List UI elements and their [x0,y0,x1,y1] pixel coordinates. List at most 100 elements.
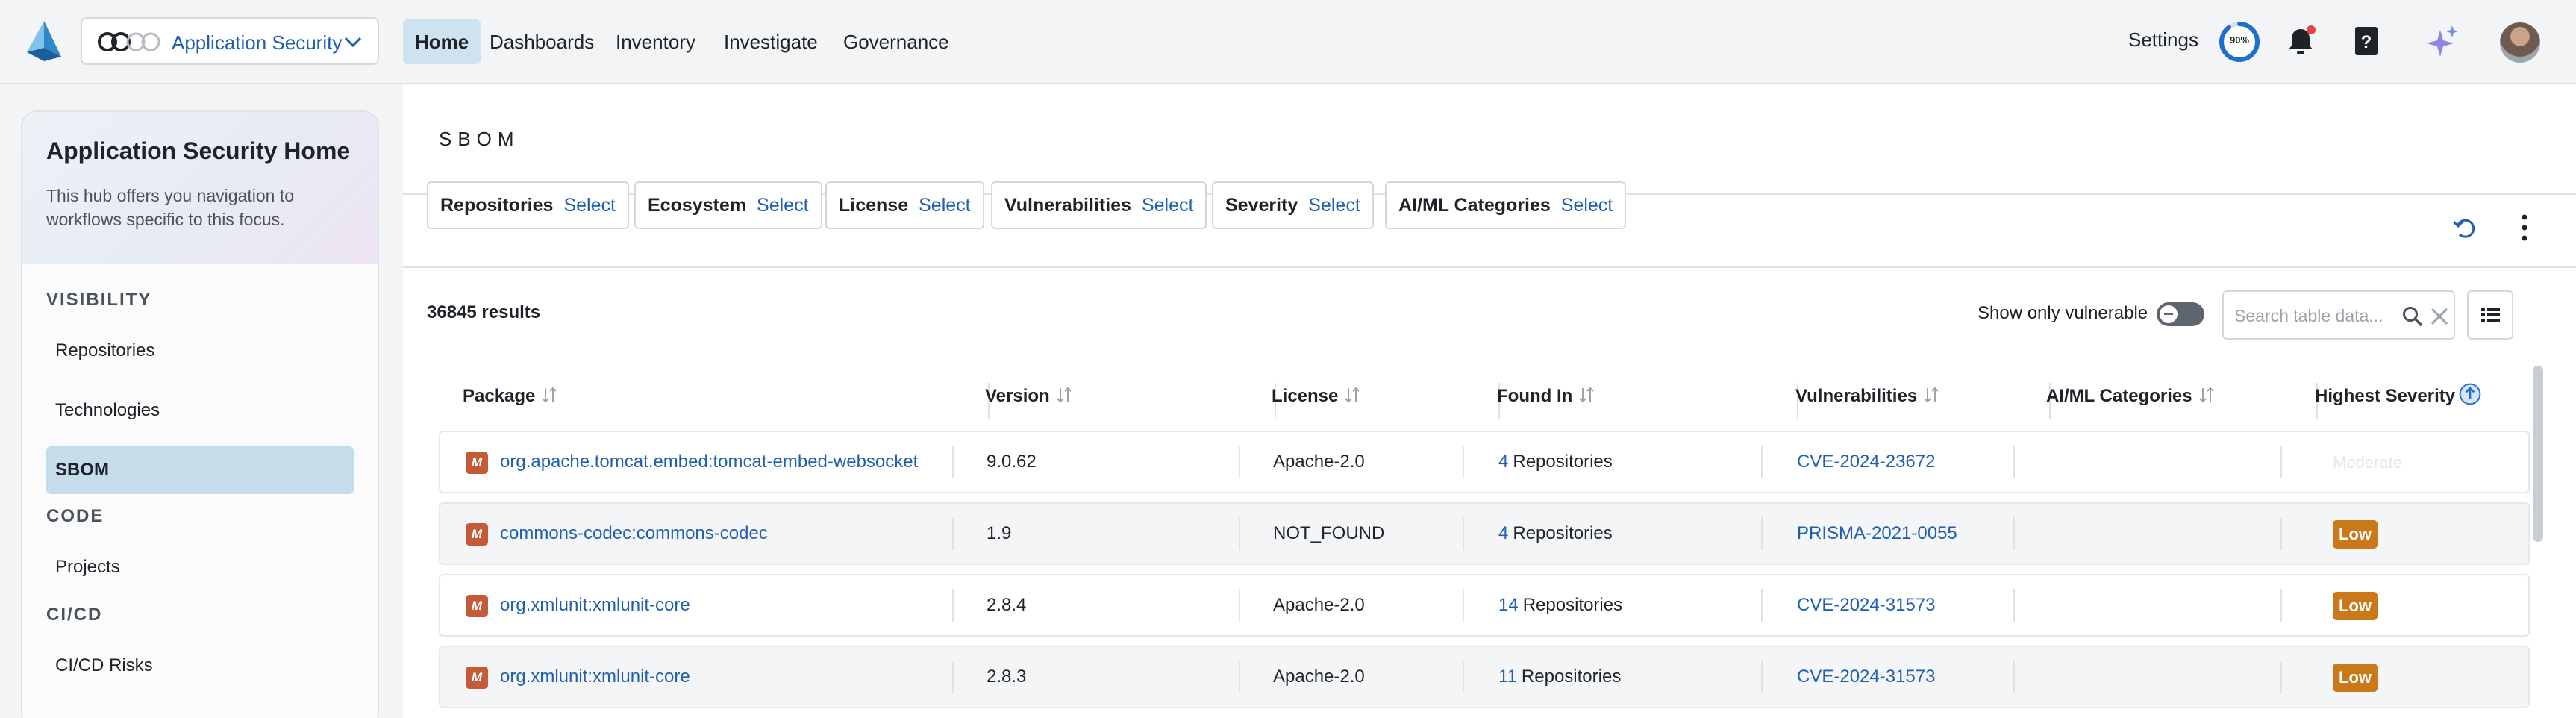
found-in-cell[interactable]: 4 Repositories [1498,504,1613,564]
vulnerability-link[interactable]: CVE-2024-31573 [1797,575,1935,635]
found-in-cell[interactable]: 4 Repositories [1498,432,1613,492]
cell-divider [1761,517,1763,550]
table-search[interactable] [2222,290,2455,340]
cell-divider [1463,446,1464,478]
nav-home[interactable]: Home [403,19,481,64]
package-link[interactable]: org.xmlunit:xmlunit-core [500,647,690,707]
nav-dashboards[interactable]: Dashboards [490,19,594,64]
filter-severity[interactable]: Severity Select [1212,181,1374,229]
found-in-cell[interactable]: 14 Repositories [1498,575,1622,635]
found-in-count[interactable]: 11 [1498,667,1517,687]
severity-badge: Low [2333,592,2378,620]
sidebar-item-projects[interactable]: Projects [46,543,354,591]
cell-divider [1239,517,1240,550]
version-cell: 2.8.4 [987,595,1027,615]
nav-investigate[interactable]: Investigate [724,19,818,64]
column-label: Version [985,386,1050,406]
toggle-knob [2160,305,2178,323]
sort-icon[interactable] [541,386,557,404]
found-in-count[interactable]: 4 [1498,452,1508,472]
app-switcher-dropdown[interactable]: Application Security [81,17,379,65]
chevron-down-icon [344,37,362,48]
license-cell: Apache-2.0 [1273,595,1365,615]
filter-select: Select [1141,195,1194,216]
reset-filters-icon[interactable] [2451,214,2477,241]
brand-logo-icon[interactable] [25,19,63,63]
maven-ecosystem-icon: M [466,595,488,617]
nav-governance[interactable]: Governance [843,19,949,64]
hub-header: Application Security Home This hub offer… [22,112,378,264]
show-only-vulnerable-label: Show only vulnerable [1978,303,2148,323]
filter-label: Severity [1225,195,1298,216]
column-header-version[interactable]: Version [985,368,1072,425]
sort-ascending-icon[interactable] [2458,382,2482,406]
sparkle-ai-icon[interactable] [2424,22,2461,60]
version-cell: 1.9 [987,523,1012,543]
package-link[interactable]: commons-codec:commons-codec [500,504,768,564]
version-cell: 2.8.3 [987,667,1027,687]
license-cell: Apache-2.0 [1273,667,1365,687]
table-row[interactable]: M org.xmlunit:xmlunit-core 2.8.3 Apache-… [439,646,2530,708]
sort-icon[interactable] [1923,386,1939,404]
sort-icon[interactable] [1344,386,1360,404]
sidebar-item-repositories[interactable]: Repositories [46,327,354,375]
filter-repositories[interactable]: Repositories Select [427,181,629,229]
maven-ecosystem-icon: M [466,452,488,474]
show-only-vulnerable-toggle[interactable] [2157,302,2204,326]
table-row[interactable]: M commons-codec:commons-codec 1.9 NOT_FO… [439,502,2530,565]
license-cell: Apache-2.0 [1273,452,1365,472]
vulnerability-link[interactable]: CVE-2024-23672 [1797,432,1935,492]
filter-ai-ml-categories[interactable]: AI/ML Categories Select [1385,181,1627,229]
table-row[interactable]: M org.apache.tomcat.embed:tomcat-embed-w… [439,431,2530,493]
column-header-highest-severity[interactable]: Highest Severity [2315,368,2482,425]
filter-label: Repositories [440,195,554,216]
table-scrollbar[interactable] [2533,366,2543,542]
cell-divider [2013,517,2015,550]
sort-icon[interactable] [1578,386,1595,404]
search-icon[interactable] [2401,305,2424,328]
column-label: Found In [1497,386,1573,406]
found-in-count[interactable]: 4 [1498,523,1508,543]
onboarding-progress-ring[interactable]: 90% [2218,20,2261,63]
column-label: Vulnerabilities [1795,386,1918,406]
column-header-vulnerabilities[interactable]: Vulnerabilities [1795,368,1939,425]
package-link[interactable]: org.apache.tomcat.embed:tomcat-embed-web… [500,432,918,492]
package-link[interactable]: org.xmlunit:xmlunit-core [500,575,690,635]
hub-description: This hub offers you navigation to workfl… [46,186,295,229]
filter-vulnerabilities[interactable]: Vulnerabilities Select [991,181,1207,229]
progress-percent: 90% [2229,34,2250,46]
filter-license[interactable]: License Select [825,181,984,229]
filter-ecosystem[interactable]: Ecosystem Select [634,181,822,229]
user-avatar[interactable] [2500,22,2540,63]
filter-select: Select [1308,195,1360,216]
found-in-cell[interactable]: 11 Repositories [1498,647,1621,707]
more-options-icon[interactable] [2519,213,2530,243]
sort-icon[interactable] [2198,386,2215,404]
cell-divider [1463,661,1464,693]
clear-search-icon[interactable] [2430,307,2449,326]
vulnerability-link[interactable]: CVE-2024-31573 [1797,647,1935,707]
column-header-ai-ml-categories[interactable]: AI/ML Categories [2046,368,2215,425]
cell-divider [2013,589,2015,622]
column-header-found-in[interactable]: Found In [1497,368,1595,425]
table-row[interactable]: M org.xmlunit:xmlunit-core 2.8.4 Apache-… [439,574,2530,637]
vulnerability-link[interactable]: PRISMA-2021-0055 [1797,504,1957,564]
column-settings-button[interactable] [2467,290,2513,340]
settings-link[interactable]: Settings [2128,28,2198,51]
found-in-count[interactable]: 14 [1498,595,1519,615]
sidebar-item-technologies[interactable]: Technologies [46,387,354,434]
column-header-license[interactable]: License [1272,368,1360,425]
sidebar-item-sbom[interactable]: SBOM [46,446,354,494]
cell-divider [2013,661,2015,693]
sort-icon[interactable] [1056,386,1072,404]
help-book-icon[interactable]: ? [2348,22,2385,60]
search-input[interactable] [2234,302,2398,329]
hub-title: Application Security Home [46,137,351,164]
sidebar-item-cicd-risks[interactable]: CI/CD Risks [46,642,354,690]
bell-icon[interactable] [2282,22,2319,60]
page-title: SBOM [439,128,520,150]
column-header-package[interactable]: Package [463,368,557,425]
nav-inventory[interactable]: Inventory [616,19,695,64]
cell-divider [1761,589,1763,622]
found-in-label: Repositories [1513,523,1613,543]
